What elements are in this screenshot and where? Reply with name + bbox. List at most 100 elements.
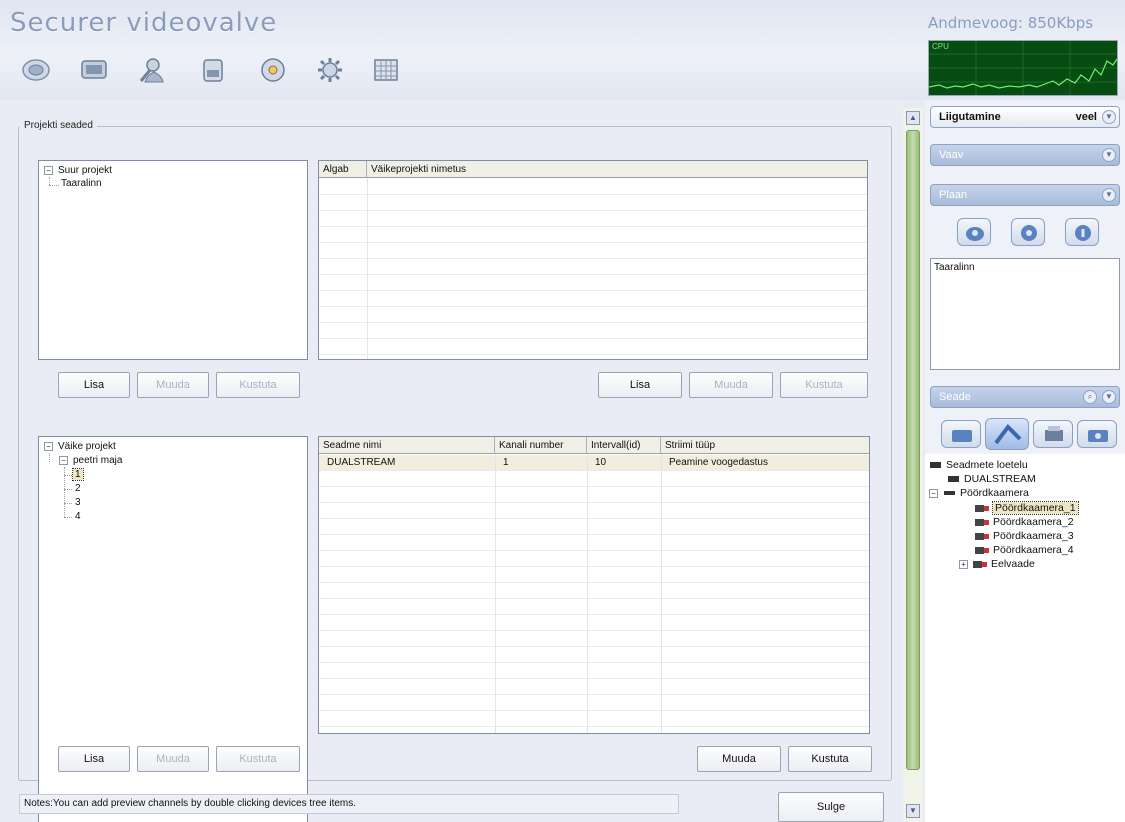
tree-node-1[interactable]: 1 <box>72 468 84 481</box>
section-header-movement[interactable]: Liigutamine veel ▼ <box>930 106 1120 128</box>
tree-node-ptz-group[interactable]: − Pöördkaamera <box>929 487 1029 499</box>
column-header-stream-type[interactable]: Striimi tüüp <box>661 437 869 454</box>
cell-interval: 10 <box>595 457 607 468</box>
device-list-icon <box>930 462 941 468</box>
app-header: Securer videovalve Andmevoog: 850Kbps CP… <box>0 0 1125 100</box>
gear-icon[interactable] <box>314 56 346 84</box>
section-label: Liigutamine <box>939 111 1001 123</box>
column-header-device-name[interactable]: Seadme nimi <box>319 437 495 454</box>
calendar-grid-icon[interactable] <box>370 56 402 84</box>
device-tab-cameras[interactable] <box>941 420 981 448</box>
column-header-name[interactable]: Väikeprojekti nimetus <box>367 161 867 178</box>
collapse-icon[interactable]: − <box>44 166 53 175</box>
tree-node-4[interactable]: 4 <box>75 511 81 522</box>
tree-node-label: 2 <box>75 483 81 494</box>
tree-node-label: peetri maja <box>73 455 123 466</box>
column-header-channel[interactable]: Kanali number <box>495 437 587 454</box>
tree-node-camera-4[interactable]: Pöördkaamera_4 <box>975 544 1074 556</box>
tree-node-label: DUALSTREAM <box>964 473 1036 485</box>
monitor-icon[interactable] <box>78 56 110 84</box>
scroll-down-icon[interactable]: ▼ <box>906 804 920 818</box>
app-title: Securer videovalve <box>10 8 278 38</box>
tree-node-device-list[interactable]: Seadmete loetelu <box>929 459 1028 471</box>
section-header-plan[interactable]: Plaan ▼ <box>930 184 1120 206</box>
device-icon <box>944 491 955 495</box>
device-tab-printer[interactable] <box>1033 420 1073 448</box>
device-tree[interactable]: Seadmete loetelu DUALSTREAM − Pöördkaame… <box>925 454 1125 822</box>
tree-node-label: Väike projekt <box>58 441 116 452</box>
section-label: Plaan <box>939 189 968 201</box>
collapse-icon[interactable]: − <box>929 488 938 498</box>
tree-node-peetri-maja[interactable]: − peetri maja <box>59 455 122 466</box>
chevron-down-icon[interactable]: ▼ <box>1102 148 1116 162</box>
plan-list[interactable]: Taaralinn <box>930 258 1120 370</box>
tree-node-label: 1 <box>72 468 84 481</box>
collapse-icon[interactable]: − <box>59 456 68 465</box>
delete-small-project-button[interactable]: Kustuta <box>780 372 868 398</box>
cell-stream-type: Peamine voogedastus <box>669 457 768 468</box>
device-tab-recorder[interactable] <box>1077 420 1117 448</box>
tree-node-camera-3[interactable]: Pöördkaamera_3 <box>975 530 1074 542</box>
chevron-down-icon[interactable]: ▼ <box>1102 188 1116 202</box>
delete-small-project-item-button[interactable]: Kustuta <box>216 746 300 772</box>
cloud-icon <box>966 227 984 241</box>
column-header-interval[interactable]: Intervall(id) <box>587 437 661 454</box>
vertical-scrollbar[interactable]: ▲ ▼ <box>903 108 923 822</box>
section-header-view[interactable]: Vaav ▼ <box>930 144 1120 166</box>
collapse-icon[interactable]: − <box>44 442 53 451</box>
plan-refresh-button[interactable] <box>1011 218 1045 246</box>
refresh-icon <box>1021 225 1037 241</box>
right-panel: Liigutamine veel ▼ Vaav ▼ Plaan ▼ Taaral… <box>925 100 1125 822</box>
cell-device-name: DUALSTREAM <box>327 457 396 468</box>
chevron-down-icon[interactable]: ▼ <box>1102 110 1116 124</box>
tree-node-dualstream[interactable]: DUALSTREAM <box>947 473 1036 485</box>
camera-lens-icon[interactable] <box>20 56 52 84</box>
tree-node-camera-2[interactable]: Pöördkaamera_2 <box>975 516 1074 528</box>
expand-icon[interactable]: + <box>959 559 968 569</box>
tree-node-label: Pöördkaamera_3 <box>993 530 1074 542</box>
settings-disc-icon[interactable] <box>257 56 289 84</box>
add-big-project-button[interactable]: Lisa <box>58 372 130 398</box>
scroll-up-icon[interactable]: ▲ <box>906 111 920 125</box>
edit-small-project-item-button[interactable]: Muuda <box>137 746 209 772</box>
search-icon[interactable]: ⌕ <box>1083 390 1097 404</box>
tree-node-label: Pöördkaamera_2 <box>993 516 1074 528</box>
tree-node-2[interactable]: 2 <box>75 483 81 494</box>
delete-device-button[interactable]: Kustuta <box>788 746 872 772</box>
edit-big-project-button[interactable]: Muuda <box>137 372 209 398</box>
section-header-devices[interactable]: Seade ⌕ ▼ <box>930 386 1120 408</box>
add-small-project-button[interactable]: Lisa <box>598 372 682 398</box>
tree-node-label: Suur projekt <box>58 165 112 176</box>
small-projects-grid[interactable]: Algab Väikeprojekti nimetus <box>318 160 868 360</box>
chevron-down-icon[interactable]: ▼ <box>1102 390 1116 404</box>
devices-grid[interactable]: Seadme nimi Kanali number Intervall(id) … <box>318 436 870 734</box>
tree-node-camera-1[interactable]: Pöördkaamera_1 <box>975 501 1079 515</box>
column-header-start[interactable]: Algab <box>319 161 367 178</box>
network-icon <box>994 423 1022 445</box>
device-icon <box>948 476 959 482</box>
section-label: Seade <box>939 391 971 403</box>
scrollbar-thumb[interactable] <box>906 130 920 770</box>
tree-node-3[interactable]: 3 <box>75 497 81 508</box>
list-item[interactable]: Taaralinn <box>934 262 975 273</box>
device-tab-network[interactable] <box>985 418 1029 450</box>
edit-device-button[interactable]: Muuda <box>697 746 781 772</box>
big-project-tree[interactable]: − Suur projekt Taaralinn <box>38 160 308 360</box>
plan-info-button[interactable] <box>1065 218 1099 246</box>
tree-node-preview[interactable]: + Eelvaade <box>959 558 1035 570</box>
plan-add-button[interactable] <box>957 218 991 246</box>
tree-node-big-project[interactable]: − Suur projekt <box>44 165 112 176</box>
camera-icon <box>975 546 989 554</box>
edit-small-project-button[interactable]: Muuda <box>689 372 773 398</box>
tree-node-taaralinn[interactable]: Taaralinn <box>61 178 102 189</box>
search-user-icon[interactable] <box>136 56 168 84</box>
project-settings-legend: Projekti seaded <box>20 120 97 131</box>
close-button[interactable]: Sulge <box>778 792 884 822</box>
tree-node-small-project[interactable]: − Väike projekt <box>44 441 116 452</box>
grid-header: Algab Väikeprojekti nimetus <box>319 161 867 178</box>
cpu-graph: CPU <box>928 40 1118 96</box>
delete-big-project-button[interactable]: Kustuta <box>216 372 300 398</box>
storage-icon[interactable] <box>197 56 229 84</box>
add-small-project-item-button[interactable]: Lisa <box>58 746 130 772</box>
recorder-icon <box>1088 430 1108 442</box>
